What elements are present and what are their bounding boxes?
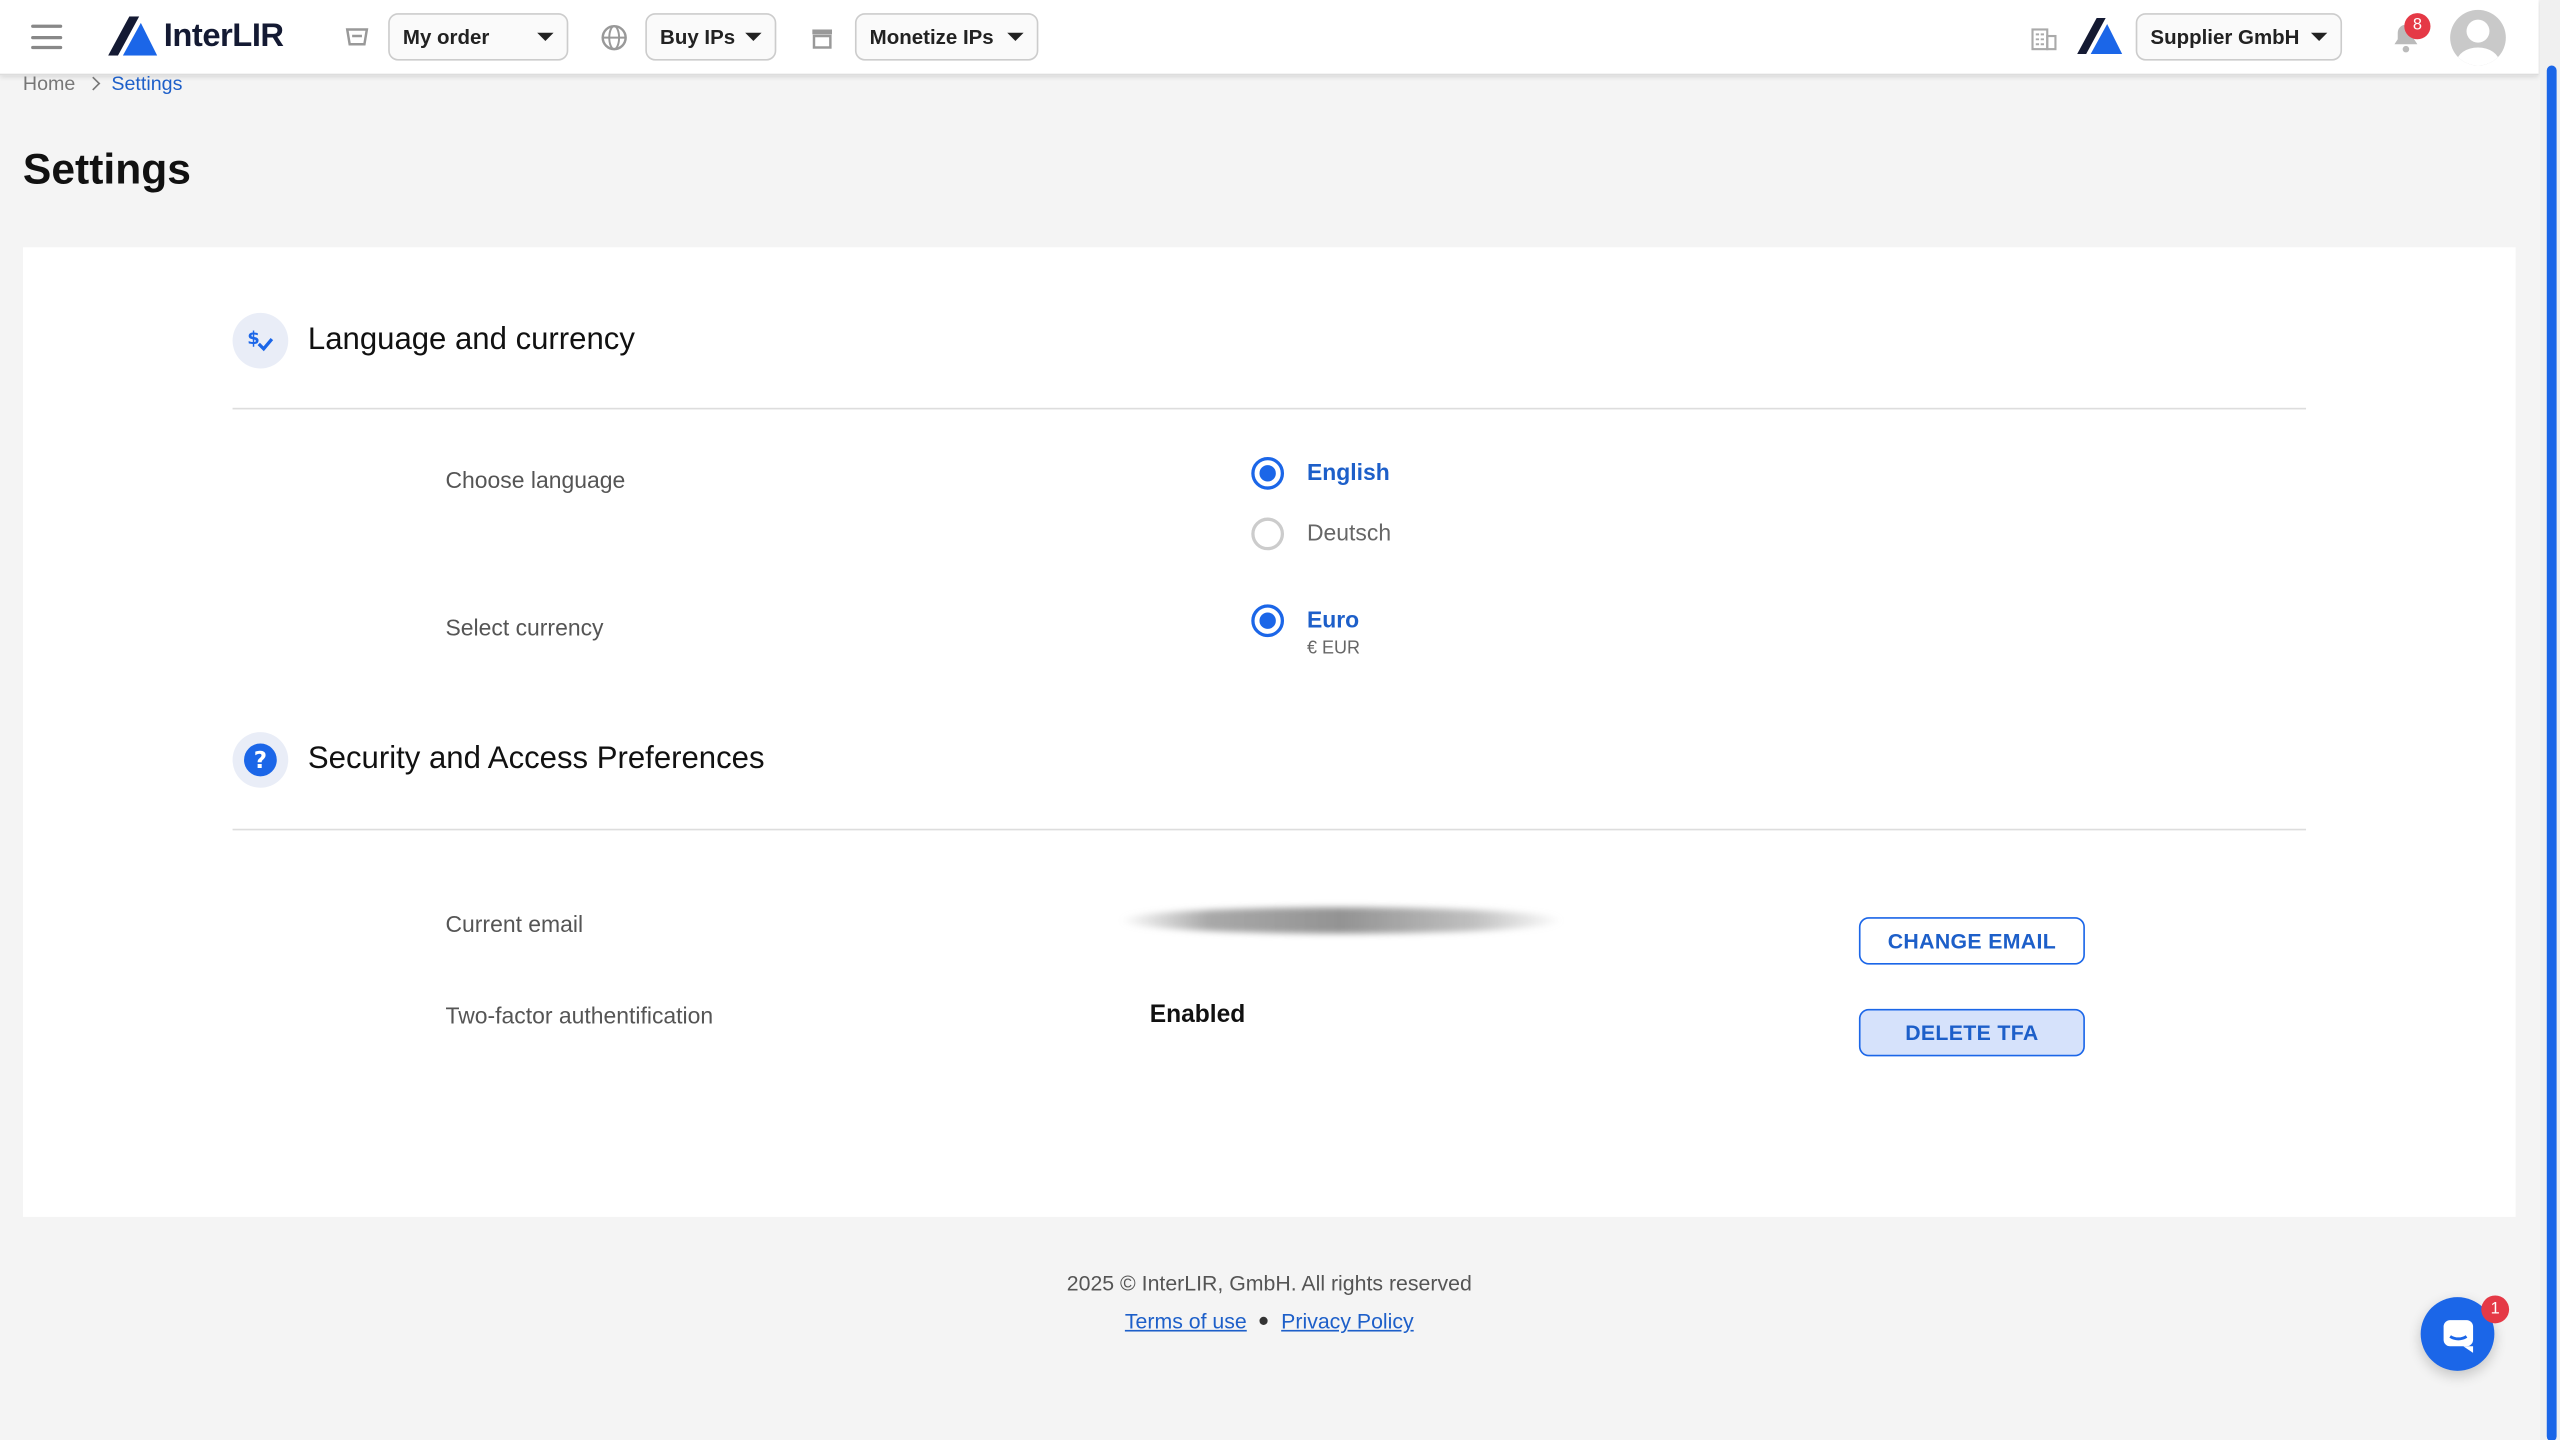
globe-icon [601, 24, 627, 51]
svg-text:$: $ [247, 328, 260, 349]
page-title: Settings [22, 144, 191, 194]
store-icon [812, 29, 833, 49]
breadcrumb-home[interactable]: Home [23, 72, 75, 95]
tfa-status: Enabled [1149, 1000, 1246, 1029]
notification-badge: 8 [2404, 13, 2431, 40]
svg-text:?: ? [254, 748, 267, 774]
logo-icon [108, 16, 158, 56]
user-icon [2456, 19, 2500, 66]
my-order-label: My order [402, 25, 490, 49]
terms-link[interactable]: Terms of use [1125, 1309, 1247, 1334]
breadcrumb: Home Settings [23, 72, 182, 95]
footer: 2025 © InterLIR, GmbH. All rights reserv… [0, 1271, 2539, 1333]
user-avatar[interactable] [2450, 9, 2506, 66]
language-section-header: $ Language and currency [232, 312, 635, 369]
scrollbar-thumb[interactable] [2546, 65, 2557, 1440]
copyright-text: 2025 © InterLIR, GmbH. All rights reserv… [1066, 1270, 1472, 1296]
monetize-ips-label: Monetize IPs [869, 25, 994, 49]
choose-language-label: Choose language [445, 466, 626, 493]
buy-ips-dropdown[interactable]: Buy IPs [645, 13, 777, 61]
caret-down-icon [745, 32, 762, 41]
company-dropdown[interactable]: Supplier GmbH [2135, 13, 2343, 61]
separator-dot [1259, 1316, 1269, 1325]
language-option-deutsch[interactable]: Deutsch [1251, 517, 1392, 551]
language-option-english[interactable]: English [1251, 456, 1390, 490]
radio-deutsch[interactable] [1251, 517, 1285, 551]
english-label: English [1306, 458, 1390, 485]
building-icon [2031, 28, 2057, 51]
chat-badge: 1 [2481, 1295, 2510, 1324]
top-navigation-bar: InterLIR My order Buy IPs Monetize IPs S [0, 0, 2539, 76]
security-section-header: ? Security and Access Preferences [232, 732, 765, 788]
menu-icon[interactable] [31, 24, 63, 50]
caret-down-icon [1007, 32, 1024, 41]
deutsch-label: Deutsch [1306, 519, 1392, 546]
radio-english[interactable] [1251, 456, 1285, 490]
section-divider [232, 828, 2307, 831]
delete-tfa-button[interactable]: DELETE TFA [1858, 1008, 2085, 1057]
section-divider [232, 407, 2307, 410]
brand-name: InterLIR [163, 17, 284, 54]
caret-down-icon [537, 32, 554, 41]
company-label: Supplier GmbH [2150, 25, 2300, 49]
euro-code: € EUR [1306, 638, 1361, 659]
buy-ips-label: Buy IPs [660, 25, 736, 49]
tfa-label: Two-factor authentification [445, 1002, 714, 1029]
settings-card: $ Language and currency Choose language … [22, 247, 2516, 1217]
redacted-email [1120, 907, 1563, 934]
currency-language-icon: $ [232, 312, 289, 369]
security-section-title: Security and Access Preferences [307, 741, 765, 777]
caret-down-icon [2310, 32, 2328, 41]
currency-option-euro[interactable]: Euro € EUR [1251, 604, 1360, 658]
help-circle-icon: ? [232, 732, 289, 788]
monetize-ips-dropdown[interactable]: Monetize IPs [854, 13, 1039, 61]
chevron-right-icon [86, 76, 101, 91]
change-email-button[interactable]: CHANGE EMAIL [1858, 917, 2085, 965]
radio-euro[interactable] [1251, 604, 1285, 638]
language-section-title: Language and currency [307, 322, 635, 358]
current-email-label: Current email [445, 910, 584, 937]
privacy-link[interactable]: Privacy Policy [1281, 1309, 1414, 1334]
company-logo-icon [2077, 18, 2123, 55]
breadcrumb-current[interactable]: Settings [111, 72, 182, 95]
select-currency-label: Select currency [445, 614, 604, 641]
my-order-dropdown[interactable]: My order [388, 13, 569, 61]
cart-icon [345, 28, 369, 46]
euro-label: Euro [1306, 605, 1360, 633]
chat-icon [2442, 1319, 2473, 1353]
brand-logo[interactable]: InterLIR [108, 16, 284, 56]
